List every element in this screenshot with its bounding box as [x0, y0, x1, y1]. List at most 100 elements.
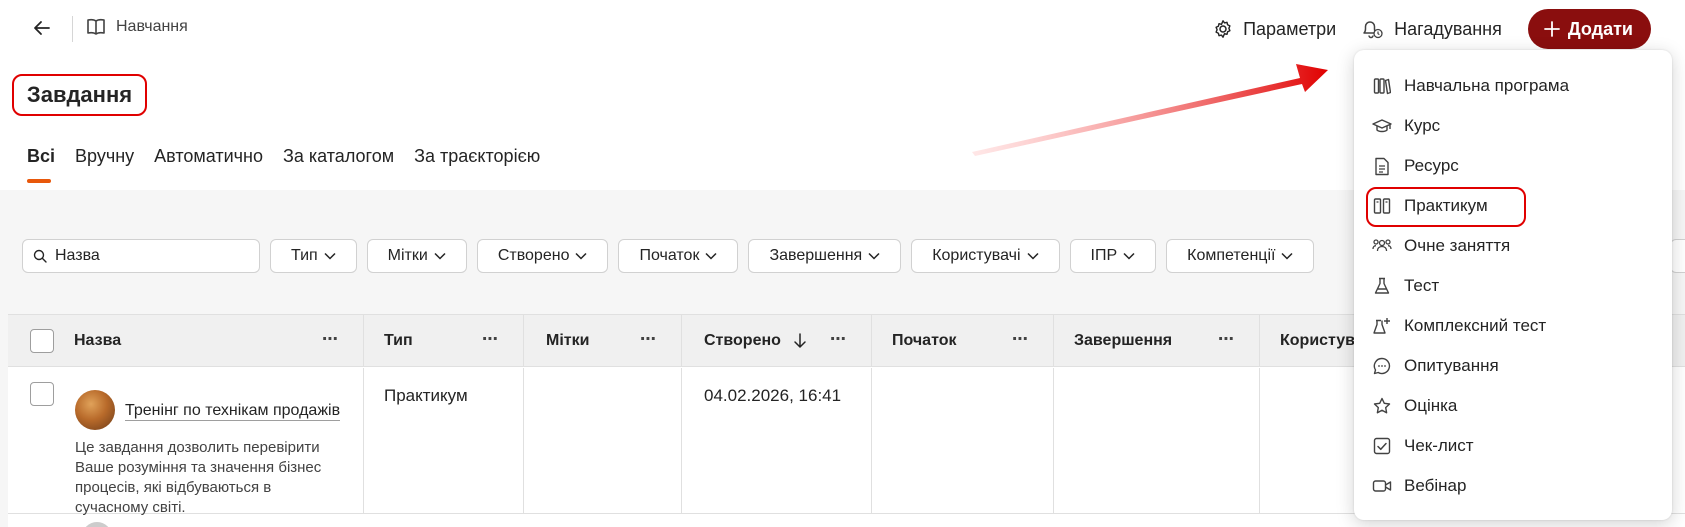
filter-end-label: Завершення: [769, 247, 863, 264]
flask-icon: [1374, 277, 1390, 294]
filter-type[interactable]: Тип: [270, 239, 357, 273]
add-button[interactable]: Додати: [1527, 9, 1651, 49]
filter-start[interactable]: Початок: [618, 239, 739, 273]
settings-button[interactable]: Параметри: [1213, 19, 1336, 40]
book-open-icon: [87, 18, 105, 35]
chat-bubble-icon: [1373, 357, 1391, 375]
tab-all[interactable]: Всі: [27, 146, 55, 183]
chevron-down-icon: [1027, 252, 1039, 260]
tab-manual[interactable]: Вручну: [75, 146, 134, 183]
filter-labels-label: Мітки: [387, 247, 428, 264]
header-actions: Параметри Нагадування Додати: [1213, 8, 1685, 50]
column-start[interactable]: Початок ⋯: [872, 315, 1054, 367]
page-title: Завдання: [12, 74, 147, 116]
arrow-left-icon: [34, 21, 50, 35]
more-icon[interactable]: ⋯: [640, 329, 657, 349]
select-all-checkbox[interactable]: [30, 329, 54, 353]
chevron-down-icon: [868, 252, 880, 260]
tab-automatic[interactable]: Автоматично: [154, 146, 263, 183]
task-description: Це завдання дозволить перевірити Ваше ро…: [75, 439, 322, 516]
column-created[interactable]: Створено ⋯: [682, 315, 872, 367]
column-start-label: Початок: [892, 332, 957, 349]
document-icon: [1375, 157, 1389, 175]
column-end-label: Завершення: [1074, 332, 1173, 349]
menu-item-survey[interactable]: Опитування: [1372, 350, 1499, 382]
menu-item-label: Курс: [1404, 116, 1441, 135]
more-icon[interactable]: ⋯: [1218, 329, 1235, 349]
more-icon[interactable]: ⋯: [1012, 329, 1029, 349]
back-button[interactable]: [28, 14, 56, 42]
filter-ipr[interactable]: ІПР: [1069, 239, 1157, 273]
menu-item-course[interactable]: Курс: [1372, 110, 1440, 142]
search-icon: [33, 249, 47, 263]
menu-item-label: Ресурс: [1404, 156, 1459, 175]
tab-trajectory[interactable]: За траєкторією: [414, 146, 540, 183]
column-labels-label: Мітки: [546, 332, 590, 349]
menu-item-resource[interactable]: Ресурс: [1372, 150, 1459, 182]
cell-type-text: Практикум: [384, 386, 468, 405]
filter-created[interactable]: Створено: [476, 239, 609, 273]
more-icon[interactable]: ⋯: [482, 329, 499, 349]
practicum-books-icon: [1373, 198, 1391, 214]
star-icon: [1373, 397, 1391, 414]
page-title-text: Завдання: [26, 82, 133, 107]
menu-item-test[interactable]: Тест: [1372, 270, 1439, 302]
add-menu: Навчальна програма Курс Ресурс Практикум…: [1354, 50, 1672, 520]
bell-clock-icon: [1363, 21, 1383, 39]
cell-created-text: 04.02.2026, 16:41: [704, 386, 842, 405]
filter-end[interactable]: Завершення: [748, 239, 902, 273]
video-camera-icon: [1372, 480, 1392, 492]
cell-start: [872, 368, 1054, 514]
menu-item-label: Оцінка: [1404, 396, 1458, 415]
books-icon: [1373, 78, 1391, 95]
menu-item-label: Чек-лист: [1404, 436, 1474, 455]
column-type[interactable]: Тип ⋯: [364, 315, 524, 367]
menu-item-program[interactable]: Навчальна програма: [1372, 70, 1569, 102]
avatar: [75, 390, 115, 430]
tab-catalog[interactable]: За каталогом: [283, 146, 394, 183]
menu-item-practicum[interactable]: Практикум: [1372, 190, 1488, 222]
row-checkbox[interactable]: [30, 382, 54, 406]
cell-labels: [524, 368, 682, 514]
cell-name: Тренінг по технікам продажів Це завдання…: [8, 368, 364, 516]
menu-item-checklist[interactable]: Чек-лист: [1372, 430, 1474, 462]
task-name-link[interactable]: Тренінг по технікам продажів: [125, 402, 341, 421]
search-text: Назва: [55, 247, 100, 264]
menu-item-complex-test[interactable]: Комплексний тест: [1372, 310, 1546, 342]
menu-item-webinar[interactable]: Вебінар: [1372, 470, 1466, 502]
menu-item-label: Очне заняття: [1404, 236, 1511, 255]
filter-competencies[interactable]: Компетенції: [1166, 239, 1315, 273]
menu-item-classroom[interactable]: Очне заняття: [1372, 230, 1510, 262]
graduation-cap-icon: [1372, 119, 1392, 133]
chevron-down-icon: [1123, 252, 1135, 260]
menu-item-evaluation[interactable]: Оцінка: [1372, 390, 1457, 422]
reminders-label: Нагадування: [1394, 18, 1502, 39]
breadcrumb[interactable]: Навчання: [86, 18, 188, 36]
column-end[interactable]: Завершення ⋯: [1054, 315, 1260, 367]
column-labels[interactable]: Мітки ⋯: [524, 315, 682, 367]
plus-icon: [1543, 21, 1560, 37]
filter-labels[interactable]: Мітки: [366, 239, 467, 273]
filter-bar: Назва Тип Мітки Створено Початок Заверше…: [22, 239, 1315, 273]
filter-ipr-label: ІПР: [1090, 247, 1118, 264]
filter-overflow-button[interactable]: [1670, 239, 1685, 273]
filter-users[interactable]: Користувачі: [911, 239, 1060, 273]
header-divider: [72, 16, 73, 42]
filter-start-label: Початок: [639, 247, 700, 264]
reminders-button[interactable]: Нагадування: [1362, 18, 1502, 40]
menu-item-label: Комплексний тест: [1404, 316, 1547, 335]
menu-item-label: Опитування: [1404, 356, 1499, 375]
chevron-down-icon: [1281, 252, 1293, 260]
filter-users-label: Користувачі: [932, 247, 1021, 264]
search-input[interactable]: Назва: [22, 239, 260, 273]
menu-item-label: Вебінар: [1404, 476, 1467, 495]
more-icon[interactable]: ⋯: [830, 329, 847, 349]
more-icon[interactable]: ⋯: [322, 329, 339, 349]
filter-competencies-label: Компетенції: [1187, 247, 1276, 264]
people-icon: [1372, 239, 1392, 252]
tab-bar: Всі Вручну Автоматично За каталогом За т…: [27, 146, 540, 183]
menu-item-label: Навчальна програма: [1404, 76, 1570, 95]
column-type-label: Тип: [384, 332, 413, 349]
column-name[interactable]: Назва ⋯: [8, 315, 364, 367]
gear-icon: [1215, 20, 1231, 38]
